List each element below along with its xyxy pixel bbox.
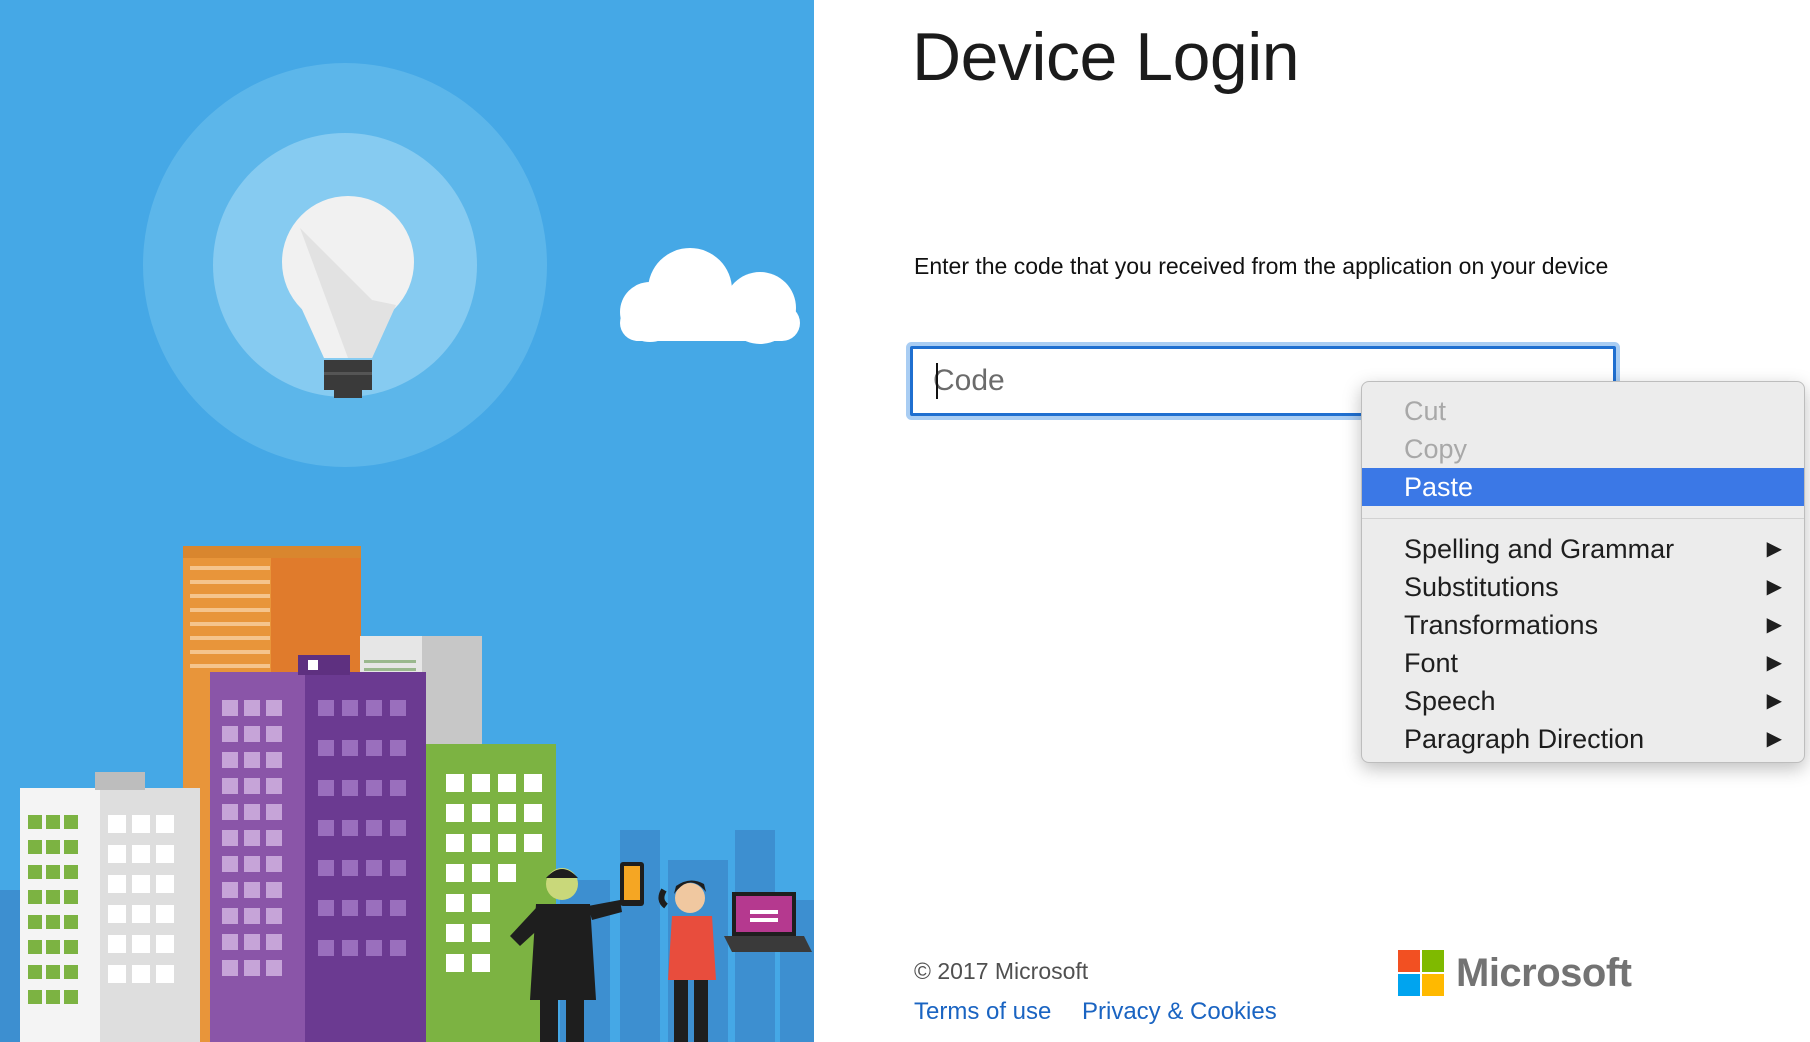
microsoft-logo-icon	[1398, 950, 1444, 996]
logo-square-yellow	[1422, 974, 1444, 996]
terms-of-use-link[interactable]: Terms of use	[914, 998, 1051, 1026]
menu-item-font[interactable]: Font ▶	[1362, 644, 1804, 682]
menu-item-transformations[interactable]: Transformations ▶	[1362, 606, 1804, 644]
microsoft-logo: Microsoft	[1398, 950, 1632, 996]
menu-item-paragraph-direction[interactable]: Paragraph Direction ▶	[1362, 720, 1804, 758]
submenu-arrow-icon: ▶	[1766, 728, 1782, 750]
menu-item-cut[interactable]: Cut	[1362, 392, 1804, 430]
page-title: Device Login	[912, 19, 1300, 95]
submenu-arrow-icon: ▶	[1766, 690, 1782, 712]
menu-item-label: Speech	[1404, 686, 1496, 716]
context-menu: Cut Copy Paste Spelling and Grammar ▶ Su…	[1361, 381, 1805, 763]
city-lightbulb-illustration	[0, 63, 814, 1042]
menu-item-label: Transformations	[1404, 610, 1599, 640]
microsoft-wordmark: Microsoft	[1456, 950, 1632, 995]
submenu-arrow-icon: ▶	[1766, 614, 1782, 636]
logo-square-blue	[1398, 974, 1420, 996]
menu-item-substitutions[interactable]: Substitutions ▶	[1362, 568, 1804, 606]
text-caret	[936, 363, 938, 399]
copyright-text: © 2017 Microsoft	[914, 958, 1089, 984]
cloud-icon	[620, 248, 800, 344]
menu-item-speech[interactable]: Speech ▶	[1362, 682, 1804, 720]
menu-item-label: Paragraph Direction	[1404, 724, 1645, 754]
logo-square-green	[1422, 950, 1444, 972]
submenu-arrow-icon: ▶	[1766, 652, 1782, 674]
menu-separator	[1362, 518, 1804, 519]
submenu-arrow-icon: ▶	[1766, 576, 1782, 598]
submenu-arrow-icon: ▶	[1766, 538, 1782, 560]
logo-square-red	[1398, 950, 1420, 972]
device-login-page: Device Login Enter the code that you rec…	[0, 0, 1810, 1042]
menu-item-label: Substitutions	[1404, 572, 1559, 602]
instructions-text: Enter the code that you received from th…	[914, 253, 1609, 279]
menu-item-label: Copy	[1404, 434, 1468, 464]
menu-item-paste[interactable]: Paste	[1362, 468, 1804, 506]
menu-item-copy[interactable]: Copy	[1362, 430, 1804, 468]
menu-item-label: Font	[1404, 648, 1459, 678]
menu-item-label: Paste	[1404, 472, 1474, 502]
menu-item-label: Spelling and Grammar	[1404, 534, 1675, 564]
menu-item-spelling-and-grammar[interactable]: Spelling and Grammar ▶	[1362, 530, 1804, 568]
hero-illustration	[0, 0, 814, 1042]
privacy-cookies-link[interactable]: Privacy & Cookies	[1082, 998, 1277, 1026]
menu-item-label: Cut	[1404, 396, 1447, 426]
